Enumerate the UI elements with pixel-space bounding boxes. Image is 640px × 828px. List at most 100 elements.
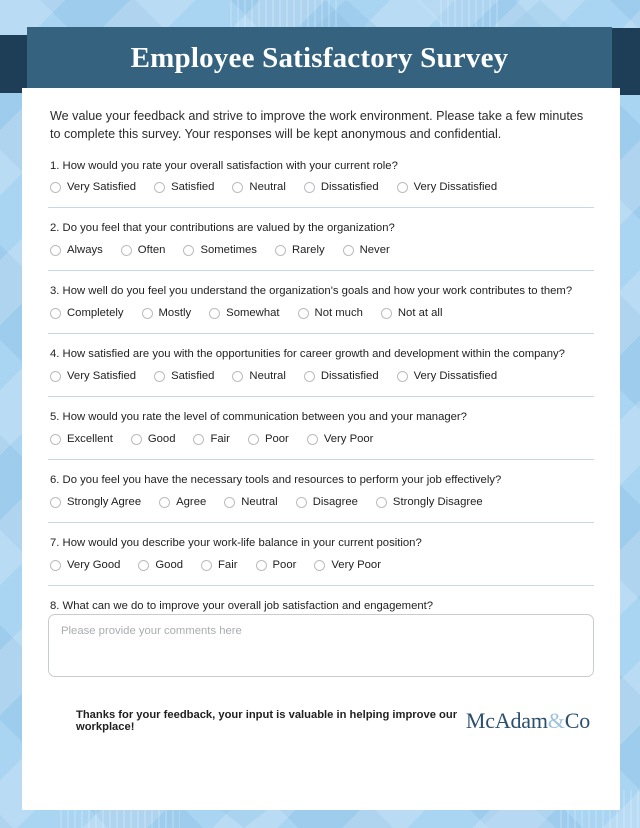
radio-option[interactable]: Somewhat	[209, 307, 280, 320]
option-group: Completely Mostly Somewhat Not much Not at a…	[48, 307, 594, 320]
radio-button-icon[interactable]	[396, 371, 408, 383]
radio-button-icon[interactable]	[314, 560, 326, 572]
radio-option[interactable]: Dissatisfied	[303, 181, 379, 194]
question-text: 5. How would you rate the level of commu…	[50, 411, 467, 424]
option-label: Sometimes	[200, 244, 257, 257]
radio-option[interactable]: Neutral	[224, 496, 278, 509]
radio-button-icon[interactable]	[303, 371, 315, 383]
question-text: 1. How would you rate your overall satis…	[50, 159, 398, 172]
option-label: Very Poor	[323, 433, 374, 446]
radio-option[interactable]: Always	[50, 244, 103, 257]
radio-option[interactable]: Rarely	[274, 244, 325, 257]
radio-option[interactable]: Disagree	[295, 496, 358, 509]
radio-option[interactable]: Never	[342, 244, 390, 257]
radio-option[interactable]: Very Good	[50, 558, 121, 572]
radio-option[interactable]: Excellent	[50, 433, 113, 446]
radio-option[interactable]: Good	[138, 559, 183, 572]
radio-button-icon[interactable]	[274, 245, 286, 257]
radio-option[interactable]: Dissatisfied	[303, 370, 379, 383]
radio-button-icon[interactable]	[375, 497, 387, 509]
radio-button-icon[interactable]	[50, 245, 61, 257]
radio-button-icon[interactable]	[130, 434, 142, 446]
comments-textarea[interactable]	[48, 613, 594, 677]
radio-option[interactable]: Poor	[247, 433, 289, 446]
radio-button-icon[interactable]	[154, 371, 166, 383]
radio-option[interactable]: Fair	[201, 559, 238, 572]
option-label: Somewhat	[226, 307, 280, 320]
radio-button-icon[interactable]	[201, 560, 213, 572]
radio-button-icon[interactable]	[255, 560, 267, 572]
question-text: 3. How well do you feel you understand t…	[50, 285, 573, 298]
radio-option[interactable]: Satisfied	[154, 181, 214, 194]
radio-button-icon[interactable]	[50, 308, 61, 320]
radio-button-icon[interactable]	[396, 182, 408, 194]
option-group: Strongly Agree Agree Neutral Disagree Strong…	[48, 496, 594, 509]
radio-button-icon[interactable]	[50, 560, 61, 572]
option-group: Very Satisfied Satisfied Neutral Dissatisfi…	[48, 370, 594, 383]
radio-button-icon[interactable]	[232, 182, 244, 194]
question-divider	[48, 270, 594, 272]
radio-button-icon[interactable]	[50, 434, 61, 446]
company-logo: McAdam&Co	[466, 708, 590, 734]
radio-button-icon[interactable]	[232, 371, 244, 383]
radio-option[interactable]: Neutral	[232, 181, 286, 194]
radio-button-icon[interactable]	[159, 497, 171, 509]
radio-button-icon[interactable]	[303, 182, 315, 194]
option-label: Poor	[264, 433, 289, 446]
radio-button-icon[interactable]	[138, 560, 150, 572]
radio-button-icon[interactable]	[297, 308, 309, 320]
radio-option[interactable]: Very Satisfied	[50, 181, 136, 194]
radio-option[interactable]: Agree	[159, 496, 206, 509]
option-label: Satisfied	[171, 370, 215, 383]
radio-option[interactable]: Very Satisfied	[50, 370, 136, 383]
radio-option[interactable]: Very Poor	[306, 433, 374, 446]
option-label: Mostly	[158, 307, 192, 320]
radio-button-icon[interactable]	[50, 182, 61, 194]
radio-button-icon[interactable]	[50, 497, 61, 509]
radio-button-icon[interactable]	[141, 308, 153, 320]
option-label: Very Good	[67, 558, 121, 571]
option-label: Not much	[314, 307, 363, 320]
radio-option[interactable]: Very Poor	[314, 559, 381, 572]
header-banner: Employee Satisfactory Survey	[27, 27, 612, 90]
radio-button-icon[interactable]	[306, 434, 318, 446]
radio-option[interactable]: Strongly Agree	[50, 496, 142, 509]
radio-button-icon[interactable]	[120, 245, 132, 257]
radio-option[interactable]: Fair	[193, 433, 230, 446]
radio-option[interactable]: Completely	[50, 307, 124, 320]
radio-button-icon[interactable]	[342, 245, 354, 257]
radio-button-icon[interactable]	[154, 182, 166, 194]
option-label: Good	[147, 433, 176, 446]
radio-option[interactable]: Very Dissatisfied	[396, 181, 497, 194]
page-title: Employee Satisfactory Survey	[130, 42, 509, 74]
radio-option[interactable]: Strongly Disagree	[375, 496, 483, 509]
option-label: Strongly Agree	[67, 496, 142, 509]
radio-button-icon[interactable]	[50, 371, 61, 383]
radio-option[interactable]: Poor	[255, 559, 296, 572]
logo-main-text: McAdam	[465, 707, 548, 733]
radio-button-icon[interactable]	[183, 245, 195, 257]
radio-button-icon[interactable]	[224, 497, 236, 509]
radio-option[interactable]: Not at all	[380, 307, 442, 320]
option-label: Disagree	[312, 496, 358, 509]
radio-option[interactable]: Mostly	[141, 307, 192, 320]
question-text: 2. Do you feel that your contributions a…	[50, 222, 395, 235]
radio-option[interactable]: Often	[120, 244, 165, 257]
radio-button-icon[interactable]	[247, 434, 259, 446]
radio-button-icon[interactable]	[193, 434, 205, 446]
radio-button-icon[interactable]	[209, 308, 221, 320]
radio-option[interactable]: Neutral	[232, 370, 286, 383]
question-divider	[48, 585, 594, 587]
radio-button-icon[interactable]	[380, 308, 392, 320]
radio-button-icon[interactable]	[295, 497, 307, 509]
option-label: Never	[359, 244, 390, 257]
radio-option[interactable]: Not much	[297, 307, 363, 320]
radio-option[interactable]: Sometimes	[183, 244, 257, 257]
question-divider	[48, 459, 594, 461]
question-block: 3. How well do you feel you understand t…	[48, 284, 594, 320]
radio-option[interactable]: Good	[130, 433, 176, 446]
radio-option[interactable]: Very Dissatisfied	[396, 370, 497, 383]
option-group: Excellent Good Fair Poor Very Poor	[48, 433, 594, 446]
question-divider	[48, 396, 594, 398]
radio-option[interactable]: Satisfied	[154, 370, 215, 383]
